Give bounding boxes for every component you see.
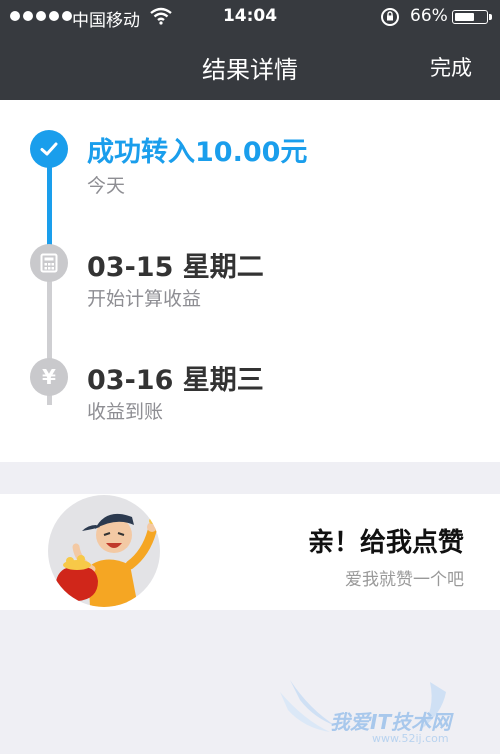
step-3-subtitle: 收益到账: [87, 401, 164, 423]
watermark-text: 我爱IT技术网: [330, 710, 452, 734]
watermark-url: www.52ij.com: [372, 732, 449, 745]
step-3-title: 03-16 星期三: [87, 365, 264, 396]
yen-icon: ¥: [30, 358, 68, 396]
page-title: 结果详情: [202, 56, 298, 84]
top-header: 中国移动 14:04 66% 结果详情 完成: [0, 0, 500, 100]
like-title: 亲！给我点赞: [307, 528, 464, 558]
like-card[interactable]: 亲！给我点赞 爱我就赞一个吧: [0, 494, 500, 610]
rotation-lock-icon: [381, 8, 399, 26]
step-2-subtitle: 开始计算收益: [87, 288, 202, 310]
step-1-subtitle: 今天: [87, 175, 126, 197]
done-button[interactable]: 完成: [430, 52, 472, 82]
step-2-title: 03-15 星期二: [87, 252, 264, 283]
battery-icon: [452, 10, 492, 24]
cartoon-avatar: [48, 495, 160, 607]
result-timeline: 成功转入10.00元 今天 03-15 星期二 开始计算收益 ¥ 03-16 星…: [0, 100, 500, 462]
site-watermark: 我爱IT技术网 www.52ij.com: [280, 670, 480, 750]
checkmark-icon: [30, 130, 68, 168]
step-1-title: 成功转入10.00元: [87, 137, 308, 168]
like-subtitle: 爱我就赞一个吧: [345, 570, 464, 590]
battery-fill: [455, 13, 475, 21]
battery-percent: 66%: [410, 6, 448, 26]
calculator-icon: [30, 244, 68, 282]
status-bar: 中国移动 14:04 66%: [0, 0, 500, 34]
